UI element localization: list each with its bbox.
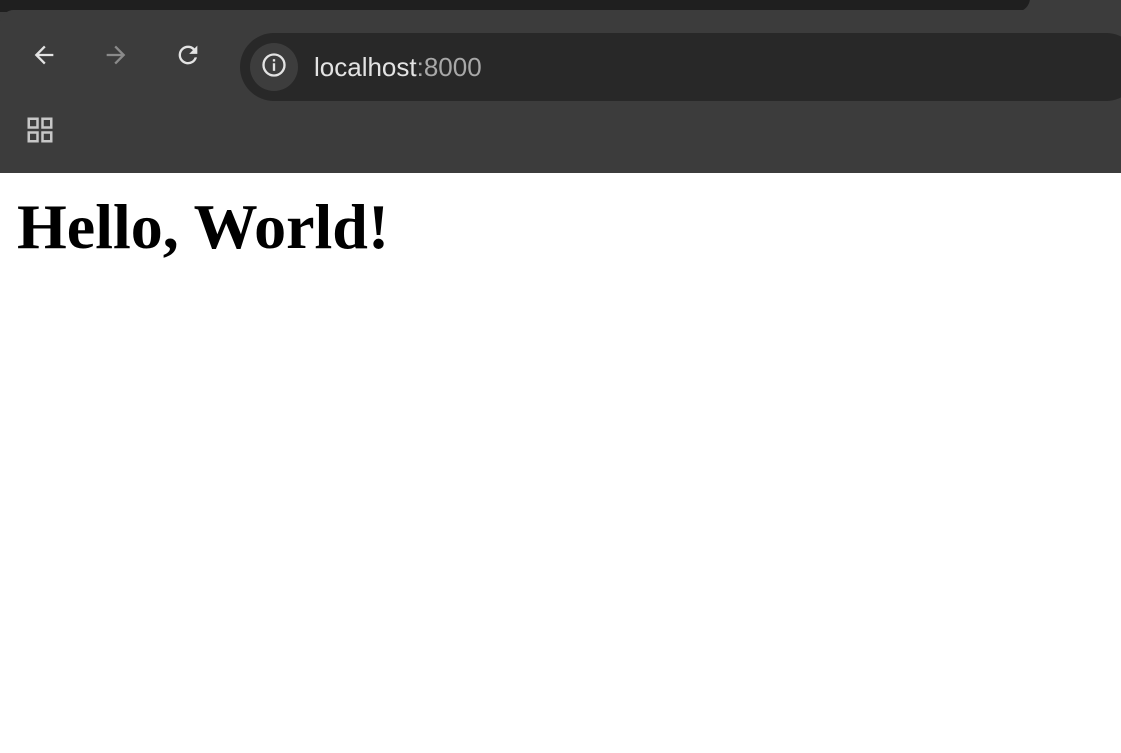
forward-button[interactable] bbox=[96, 37, 136, 77]
back-button[interactable] bbox=[24, 37, 64, 77]
url-text[interactable]: localhost:8000 bbox=[314, 52, 482, 82]
address-bar[interactable]: localhost:8000 bbox=[240, 33, 1121, 101]
apps-grid-icon bbox=[25, 115, 55, 149]
url-host: localhost bbox=[314, 52, 417, 82]
page-viewport: Hello, World! bbox=[0, 173, 1121, 753]
page-heading: Hello, World! bbox=[17, 191, 390, 262]
bookmarks-bar bbox=[0, 102, 1121, 173]
apps-button[interactable] bbox=[20, 112, 60, 152]
reload-button[interactable] bbox=[168, 37, 208, 77]
url-port: :8000 bbox=[416, 52, 482, 82]
browser-toolbar: localhost:8000 bbox=[0, 10, 1121, 102]
back-arrow-icon bbox=[30, 41, 58, 73]
info-icon bbox=[260, 51, 288, 83]
forward-arrow-icon bbox=[102, 41, 130, 73]
reload-icon bbox=[174, 41, 202, 73]
site-info-button[interactable] bbox=[250, 43, 298, 91]
